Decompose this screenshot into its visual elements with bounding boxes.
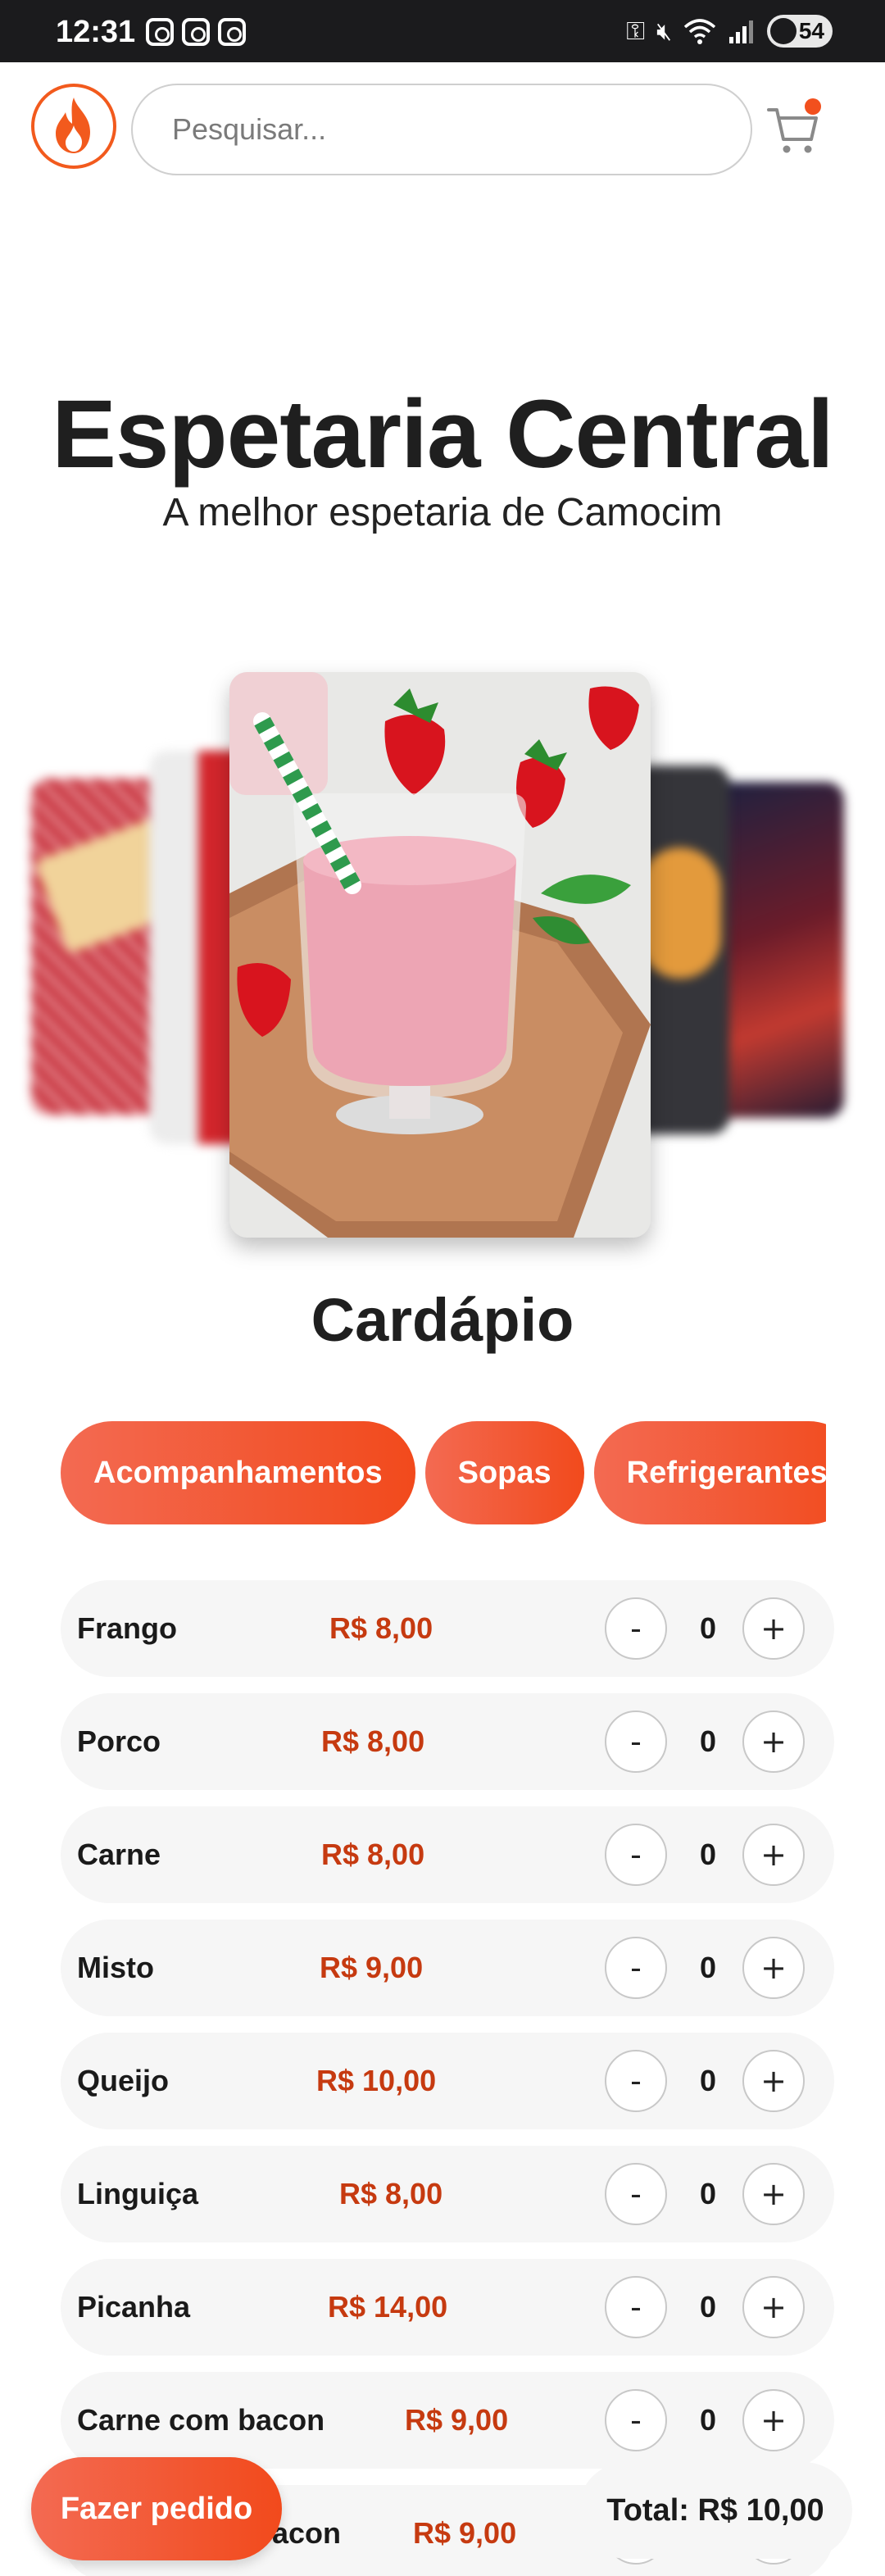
item-price: R$ 8,00 bbox=[329, 1611, 433, 1645]
decrease-button[interactable]: - bbox=[605, 2050, 667, 2112]
increase-button[interactable]: + bbox=[742, 1824, 805, 1886]
decrease-button[interactable]: - bbox=[605, 2163, 667, 2225]
battery-level: 54 bbox=[798, 18, 824, 43]
item-price: R$ 8,00 bbox=[339, 2177, 443, 2210]
item-name: Carne bbox=[77, 1838, 161, 1871]
item-name: Carne com bacon bbox=[77, 2403, 325, 2437]
decrease-button[interactable]: - bbox=[605, 1711, 667, 1773]
app-header bbox=[0, 62, 885, 202]
list-item: Frango R$ 8,00 - 0 + bbox=[61, 1580, 834, 1677]
wifi-icon bbox=[683, 19, 716, 44]
status-bar: 12:31 ⚿ 🔇︎ 54 bbox=[0, 0, 885, 62]
item-quantity: 0 bbox=[699, 1951, 717, 1984]
tab-acompanhamentos[interactable]: Acompanhamentos bbox=[61, 1421, 415, 1524]
increase-button[interactable]: + bbox=[742, 2050, 805, 2112]
increase-button[interactable]: + bbox=[742, 2163, 805, 2225]
item-name: Misto bbox=[77, 1951, 154, 1984]
cart-button[interactable] bbox=[764, 98, 829, 164]
item-name: Queijo bbox=[77, 2064, 170, 2097]
list-item: Carne R$ 8,00 - 0 + bbox=[61, 1806, 834, 1903]
list-item: Picanha R$ 14,00 - 0 + bbox=[61, 2259, 834, 2356]
screenshot-icon bbox=[146, 18, 174, 46]
place-order-button[interactable]: Fazer pedido bbox=[31, 2457, 282, 2560]
tab-sopas[interactable]: Sopas bbox=[424, 1421, 584, 1524]
instagram-icon bbox=[218, 18, 246, 46]
notification-icons bbox=[146, 18, 246, 46]
list-item: Linguiça R$ 8,00 - 0 + bbox=[61, 2146, 834, 2242]
decrease-button[interactable]: - bbox=[605, 1824, 667, 1886]
item-quantity: 0 bbox=[699, 2177, 717, 2210]
cart-badge bbox=[805, 98, 821, 115]
list-item: Queijo R$ 10,00 - 0 + bbox=[61, 2033, 834, 2129]
increase-button[interactable]: + bbox=[742, 2389, 805, 2451]
increase-button[interactable]: + bbox=[742, 1597, 805, 1660]
item-price: R$ 9,00 bbox=[413, 2516, 517, 2550]
decrease-button[interactable]: - bbox=[605, 2389, 667, 2451]
decrease-button[interactable]: - bbox=[605, 2276, 667, 2338]
item-quantity: 0 bbox=[699, 2290, 717, 2324]
restaurant-title: Espetaria Central bbox=[52, 380, 834, 488]
item-quantity: 0 bbox=[699, 2403, 717, 2437]
search-input[interactable] bbox=[131, 84, 752, 175]
item-price: R$ 9,00 bbox=[320, 1951, 424, 1984]
flame-icon[interactable] bbox=[31, 84, 116, 169]
item-name: Frango bbox=[77, 1611, 177, 1645]
item-price: R$ 10,00 bbox=[316, 2064, 437, 2097]
instagram-icon bbox=[182, 18, 210, 46]
increase-button[interactable]: + bbox=[742, 1937, 805, 1999]
tab-refrigerantes[interactable]: Refrigerantes bbox=[593, 1421, 826, 1524]
signal-icon bbox=[729, 20, 753, 43]
order-total: Total: R$ 10,00 bbox=[579, 2462, 852, 2559]
status-time: 12:31 bbox=[56, 15, 136, 49]
decrease-button[interactable]: - bbox=[605, 1937, 667, 1999]
item-quantity: 0 bbox=[699, 1838, 717, 1871]
menu-title: Cardápio bbox=[311, 1286, 574, 1354]
item-quantity: 0 bbox=[699, 1724, 717, 1758]
list-item: Carne com bacon R$ 9,00 - 0 + bbox=[61, 2372, 834, 2469]
list-item: Porco R$ 8,00 - 0 + bbox=[61, 1693, 834, 1790]
item-quantity: 0 bbox=[699, 1611, 717, 1645]
item-price: R$ 14,00 bbox=[328, 2290, 448, 2324]
mute-icon: 🔇︎ bbox=[656, 16, 672, 46]
key-icon: ⚿ bbox=[626, 16, 646, 46]
category-tabs: Acompanhamentos Sopas Refrigerantes bbox=[61, 1421, 826, 1524]
battery-icon: 54 bbox=[767, 15, 833, 48]
menu-items: Frango R$ 8,00 - 0 + Porco R$ 8,00 - 0 +… bbox=[61, 1580, 834, 2576]
item-price: R$ 9,00 bbox=[405, 2403, 509, 2437]
item-name: Porco bbox=[77, 1724, 161, 1758]
system-icons: ⚿ 🔇︎ 54 bbox=[626, 15, 833, 48]
item-name: Picanha bbox=[77, 2290, 191, 2324]
item-price: R$ 8,00 bbox=[321, 1724, 425, 1758]
increase-button[interactable]: + bbox=[742, 1711, 805, 1773]
decrease-button[interactable]: - bbox=[605, 1597, 667, 1660]
image-carousel[interactable] bbox=[0, 664, 885, 1238]
item-name: Linguiça bbox=[77, 2177, 199, 2210]
strawberry-smoothie-image[interactable] bbox=[229, 672, 651, 1238]
item-price: R$ 8,00 bbox=[321, 1838, 425, 1871]
item-quantity: 0 bbox=[699, 2064, 717, 2097]
list-item: Misto R$ 9,00 - 0 + bbox=[61, 1920, 834, 2016]
increase-button[interactable]: + bbox=[742, 2276, 805, 2338]
restaurant-subtitle: A melhor espetaria de Camocim bbox=[162, 491, 723, 534]
